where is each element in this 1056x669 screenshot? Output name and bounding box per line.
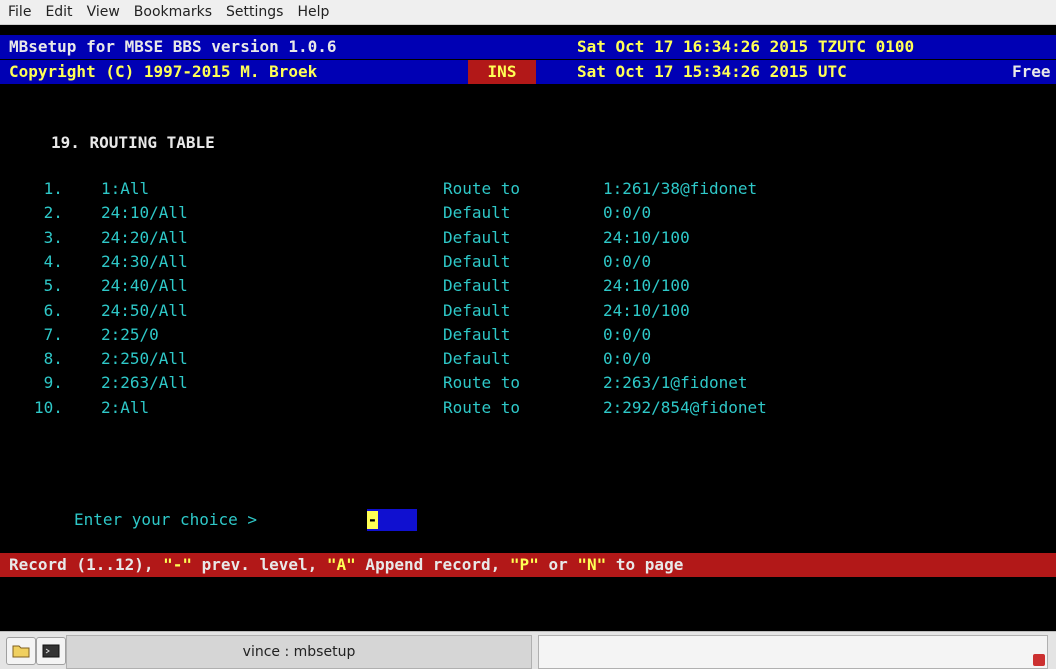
route-action: Default xyxy=(443,203,511,223)
route-target: 0:0/0 xyxy=(603,251,652,271)
route-number: 9. xyxy=(34,373,63,393)
route-target: 1:261/38@fidonet xyxy=(603,179,758,198)
choice-prompt: Enter your choice > xyxy=(74,510,258,529)
utc-time: Sat Oct 17 15:34:26 2015 UTC xyxy=(577,62,847,81)
route-target: 0:0/0 xyxy=(603,349,652,369)
taskbar-window-mbsetup[interactable]: vince : mbsetup xyxy=(66,635,532,669)
route-number: 7. xyxy=(34,324,63,344)
screen-title: 19. ROUTING TABLE xyxy=(51,133,215,152)
status-text: prev. level, xyxy=(192,555,327,574)
status-text: Append record, xyxy=(355,555,510,574)
close-icon[interactable] xyxy=(1033,654,1045,666)
route-action: Route to xyxy=(443,397,521,417)
route-row[interactable]: 2. 24:10/All Default 0:0/0 xyxy=(0,201,1056,225)
route-pattern: 2:250/All xyxy=(101,349,188,369)
choice-input[interactable]: - xyxy=(367,509,417,531)
status-key-prev: "-" xyxy=(163,555,193,574)
taskbar: vince : mbsetup xyxy=(0,631,1056,669)
app-title: MBsetup for MBSE BBS version 1.0.6 xyxy=(9,37,337,56)
route-pattern: 24:20/All xyxy=(101,227,188,247)
status-text: to page xyxy=(606,555,684,574)
route-target: 24:10/100 xyxy=(603,276,690,296)
menu-file[interactable]: File xyxy=(0,0,38,24)
route-row[interactable]: 7. 2:25/0 Default 0:0/0 xyxy=(0,323,1056,347)
folder-icon[interactable] xyxy=(6,637,36,665)
copyright: Copyright (C) 1997-2015 M. Broek xyxy=(9,62,318,81)
insert-mode-badge: INS xyxy=(468,60,536,84)
route-pattern: 2:All xyxy=(101,397,150,417)
terminal-area[interactable]: MBsetup for MBSE BBS version 1.0.6 Sat O… xyxy=(0,25,1056,630)
route-action: Default xyxy=(443,276,511,296)
route-pattern: 24:30/All xyxy=(101,251,188,271)
menu-help[interactable]: Help xyxy=(290,0,336,24)
route-number: 5. xyxy=(34,276,63,296)
route-number: 2. xyxy=(34,203,63,223)
route-action: Default xyxy=(443,349,511,369)
route-row[interactable]: 3. 24:20/All Default 24:10/100 xyxy=(0,226,1056,250)
local-time: Sat Oct 17 16:34:26 2015 TZUTC 0100 xyxy=(577,37,915,56)
route-row[interactable]: 10. 2:All Route to 2:292/854@fidonet xyxy=(0,396,1056,420)
route-target: 0:0/0 xyxy=(603,324,652,344)
route-pattern: 2:25/0 xyxy=(101,324,159,344)
route-number: 1. xyxy=(34,179,63,198)
menu-edit[interactable]: Edit xyxy=(38,0,79,24)
menu-settings[interactable]: Settings xyxy=(219,0,290,24)
route-target: 2:292/854@fidonet xyxy=(603,397,767,417)
route-pattern: 24:10/All xyxy=(101,203,188,223)
route-target: 0:0/0 xyxy=(603,203,652,223)
free-indicator: Free xyxy=(1012,62,1051,81)
input-cursor: - xyxy=(367,510,378,529)
menu-bookmarks[interactable]: Bookmarks xyxy=(127,0,219,24)
route-row[interactable]: 5. 24:40/All Default 24:10/100 xyxy=(0,274,1056,298)
route-number: 3. xyxy=(34,227,63,247)
route-pattern: 24:40/All xyxy=(101,276,188,296)
status-key-append: "A" xyxy=(326,555,356,574)
route-number: 10. xyxy=(34,397,63,417)
route-target: 2:263/1@fidonet xyxy=(603,373,748,393)
route-pattern: 2:263/All xyxy=(101,373,188,393)
route-pattern: 24:50/All xyxy=(101,300,188,320)
terminal-icon[interactable] xyxy=(36,637,66,665)
route-row[interactable]: 6. 24:50/All Default 24:10/100 xyxy=(0,299,1056,323)
route-number: 6. xyxy=(34,300,63,320)
route-row[interactable]: 4. 24:30/All Default 0:0/0 xyxy=(0,250,1056,274)
route-target: 24:10/100 xyxy=(603,300,690,320)
route-number: 4. xyxy=(34,251,63,271)
route-row[interactable]: 1. 1:All Route to 1:261/38@fidonet xyxy=(0,177,1056,201)
menu-view[interactable]: View xyxy=(80,0,127,24)
route-row[interactable]: 9. 2:263/All Route to 2:263/1@fidonet xyxy=(0,371,1056,395)
route-row[interactable]: 8. 2:250/All Default 0:0/0 xyxy=(0,347,1056,371)
status-text: or xyxy=(538,555,578,574)
route-action: Default xyxy=(443,251,511,271)
route-number: 8. xyxy=(34,349,63,369)
route-action: Route to xyxy=(443,373,521,393)
route-action: Default xyxy=(443,324,511,344)
status-bar: Record (1..12), "-" prev. level, "A" App… xyxy=(0,553,1056,577)
route-action: Default xyxy=(443,227,511,247)
header-line-2: Copyright (C) 1997-2015 M. Broek INS Sat… xyxy=(0,60,1056,84)
header-line-1: MBsetup for MBSE BBS version 1.0.6 Sat O… xyxy=(0,35,1056,59)
status-text: Record (1..12), xyxy=(9,555,164,574)
route-action: Default xyxy=(443,300,511,320)
taskbar-empty-slot xyxy=(538,635,1048,669)
route-pattern: 1:All xyxy=(101,179,150,198)
menu-bar: File Edit View Bookmarks Settings Help xyxy=(0,0,1056,25)
status-key-prev-page: "P" xyxy=(509,555,539,574)
route-action: Route to xyxy=(443,179,521,198)
route-target: 24:10/100 xyxy=(603,227,690,247)
status-key-next-page: "N" xyxy=(577,555,607,574)
